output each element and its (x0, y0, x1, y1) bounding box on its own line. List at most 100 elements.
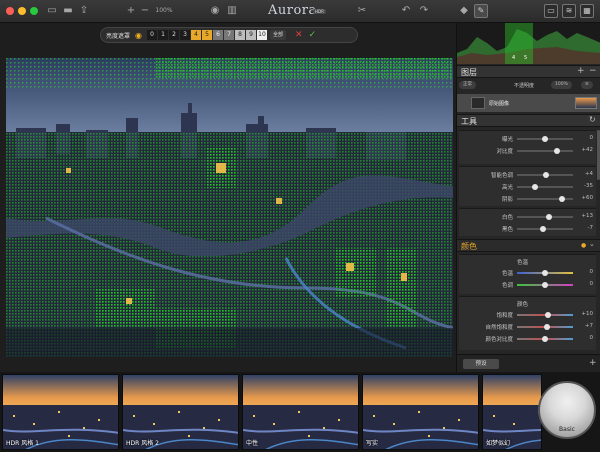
slider-value: 0 (589, 281, 594, 287)
cancel-icon[interactable]: ✕ (295, 30, 303, 40)
mask-level-2[interactable]: 2 (169, 30, 179, 40)
compare-icon[interactable]: ▥ (226, 4, 238, 18)
mask-level-8[interactable]: 8 (235, 30, 245, 40)
slider-knob[interactable] (532, 184, 539, 190)
preset-tab[interactable]: 预设 (463, 359, 499, 369)
slider-track[interactable] (517, 148, 573, 154)
histogram: 4 5 (457, 23, 600, 64)
zoom-window-button[interactable] (30, 7, 38, 15)
slider-knob[interactable] (543, 172, 550, 178)
slider-track[interactable] (517, 136, 573, 142)
slider-knob[interactable] (543, 324, 550, 330)
slider-track[interactable] (517, 196, 573, 202)
mask-level-9[interactable]: 9 (246, 30, 256, 40)
folder-icon[interactable]: ▬ (62, 4, 74, 18)
mask-level-0[interactable]: 0 (147, 30, 157, 40)
temperature-group: 色温 色温 0 色调 0 (459, 254, 596, 294)
layer-image-thumb (575, 97, 597, 109)
slider-track[interactable] (517, 336, 573, 342)
crop-tools-icon[interactable]: ✂ (356, 4, 368, 18)
exposure-group: 曝光 0 对比度 +42 (459, 130, 596, 164)
mask-level-6[interactable]: 6 (213, 30, 223, 40)
cityscape-image (6, 58, 453, 357)
layers-toggle-icon[interactable]: ≋ (562, 4, 576, 18)
presets-toggle-icon[interactable]: ▦ (580, 4, 594, 18)
brush-icon[interactable]: ✎ (474, 4, 488, 18)
color-active-dot: ● (581, 242, 587, 249)
redo-icon[interactable]: ↷ (418, 4, 430, 18)
share-icon[interactable]: ⇪ (78, 4, 90, 18)
slider-track[interactable] (517, 226, 573, 232)
slider-track[interactable] (517, 172, 573, 178)
zoom-in-icon[interactable]: + (126, 4, 136, 18)
slider-value: +4 (584, 171, 593, 177)
mask-label: 亮度遮罩 (106, 32, 131, 40)
whites-blacks-group: 白色 +13 黑色 -7 (459, 208, 596, 236)
layers-title: 图层 (461, 68, 477, 77)
eye-preview-icon[interactable]: ◉ (208, 4, 222, 18)
slider-knob[interactable] (542, 136, 548, 142)
slider-track[interactable] (517, 312, 573, 318)
slider-label: 饱和度 (496, 313, 513, 319)
layer-row[interactable]: 原始图像 (457, 94, 600, 112)
slider-track[interactable] (517, 324, 573, 330)
preset-thumb-5[interactable]: 如梦似幻 (482, 374, 542, 450)
temperature-title: 色温 (517, 260, 529, 266)
mask-level-10[interactable]: 10 (257, 30, 267, 40)
slider-knob[interactable] (545, 214, 552, 220)
main-photo[interactable] (6, 58, 453, 357)
slider-value: +13 (581, 213, 593, 219)
slider-label: 色调 (501, 283, 513, 289)
preset-label: 中性 (246, 440, 259, 447)
layer-menu-icon[interactable]: ≡ (581, 81, 593, 89)
panel-toggle-icon[interactable]: ▭ (544, 4, 558, 18)
slider-track[interactable] (517, 184, 573, 190)
blend-mode-select[interactable]: 正常 (459, 81, 476, 89)
chevron-down-icon[interactable]: ⌄ (589, 240, 595, 248)
confirm-icon[interactable]: ✓ (309, 30, 317, 40)
add-preset-icon[interactable]: + (589, 358, 597, 368)
preset-thumb-4[interactable]: 写实 (362, 374, 479, 450)
reset-icon[interactable]: ↻ (589, 115, 596, 124)
preset-thumb-3[interactable]: 中性 (242, 374, 359, 450)
histogram-marker-4: 4 (512, 55, 516, 61)
add-layer-icon[interactable]: + (577, 66, 585, 76)
slider-value: 0 (589, 269, 594, 275)
preset-label: HDR 风格 1 (6, 440, 39, 447)
slider-track[interactable] (517, 282, 573, 288)
layers-header: 图层 + − (457, 65, 600, 78)
slider-knob[interactable] (540, 226, 547, 232)
mask-level-1[interactable]: 1 (158, 30, 168, 40)
slider-knob[interactable] (542, 270, 548, 276)
zoom-out-icon[interactable]: − (140, 4, 150, 18)
preset-thumb-1[interactable]: HDR 风格 1 (2, 374, 119, 450)
minimize-window-button[interactable] (18, 7, 26, 15)
slider-knob[interactable] (558, 196, 565, 202)
slider-label: 智能色调 (490, 173, 513, 179)
zoom-level[interactable]: 100% (152, 4, 176, 18)
mask-level-5[interactable]: 5 (202, 30, 212, 40)
mask-level-4[interactable]: 4 (191, 30, 201, 40)
eye-icon[interactable]: ◉ (135, 31, 142, 40)
slider-track[interactable] (517, 270, 573, 276)
tag-icon[interactable]: ◆ (458, 4, 470, 18)
mask-level-7[interactable]: 7 (224, 30, 234, 40)
slider-track[interactable] (517, 214, 573, 220)
open-folder-icon[interactable]: ▭ (46, 4, 58, 18)
histogram-marker-5: 5 (524, 55, 528, 61)
basic-preset-button[interactable]: Basic (538, 381, 596, 439)
mask-all-button[interactable]: 全部 (270, 30, 287, 40)
opacity-field[interactable]: 100% (551, 81, 572, 89)
close-window-button[interactable] (6, 7, 14, 15)
layer-name: 原始图像 (489, 101, 510, 107)
basic-label: Basic (559, 426, 575, 433)
slider-knob[interactable] (553, 148, 560, 154)
preset-thumb-2[interactable]: HDR 风格 2 (122, 374, 239, 450)
slider-label: 颜色对比度 (485, 337, 513, 343)
undo-icon[interactable]: ↶ (400, 4, 412, 18)
slider-knob[interactable] (542, 336, 548, 342)
remove-layer-icon[interactable]: − (589, 66, 597, 76)
slider-knob[interactable] (542, 282, 548, 288)
slider-knob[interactable] (544, 312, 551, 318)
mask-level-3[interactable]: 3 (180, 30, 190, 40)
